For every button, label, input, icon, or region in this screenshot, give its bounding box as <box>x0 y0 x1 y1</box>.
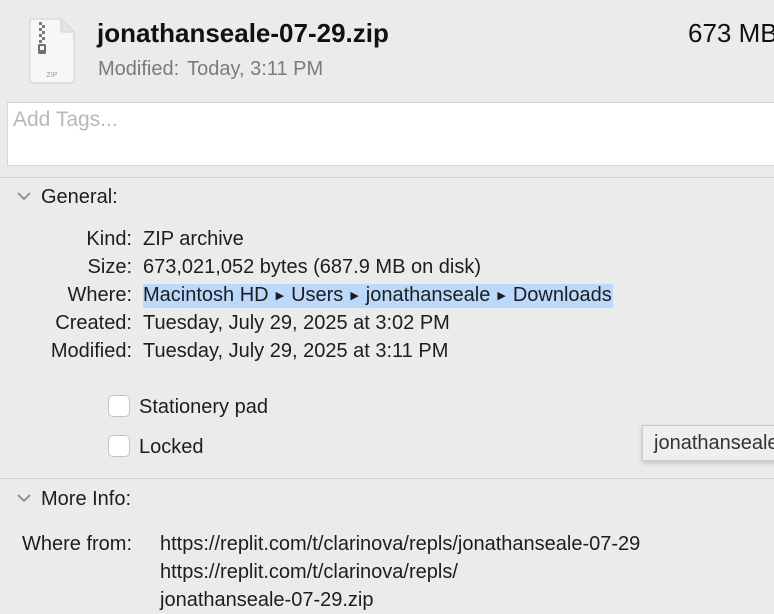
locked-checkbox[interactable] <box>108 434 130 457</box>
where-path[interactable]: Macintosh HD ▶ Users ▶ jonathanseale ▶ Downloa… <box>143 284 613 308</box>
stationery-pad-option[interactable]: Stationery pad <box>108 394 268 419</box>
file-header: ZIP jonathanseale-07-29.zip 673 MB Modif… <box>0 0 774 96</box>
info-row-created: Created: Tuesday, July 29, 2025 at 3:02 … <box>0 312 774 340</box>
stationery-pad-checkbox[interactable] <box>108 394 130 417</box>
path-segment[interactable]: jonathanseale <box>366 284 491 306</box>
path-segment[interactable]: Users <box>291 284 343 306</box>
path-segment[interactable]: Macintosh HD <box>143 284 269 306</box>
divider <box>0 478 774 479</box>
header-modified: Modified: Today, 3:11 PM <box>98 58 323 81</box>
where-from-label: Where from: <box>22 533 133 555</box>
zip-badge-text: ZIP <box>47 72 58 79</box>
where-from-values: https://replit.com/t/clarinova/repls/jon… <box>160 530 760 614</box>
info-row-modified: Modified: Tuesday, July 29, 2025 at 3:11… <box>0 340 774 368</box>
info-row-where: Where: Macintosh HD ▶ Users ▶ jonathanseale ▶… <box>0 284 774 312</box>
header-modified-value: Today, 3:11 PM <box>187 58 324 80</box>
where-label: Where: <box>67 284 132 306</box>
divider <box>0 177 774 178</box>
where-from-line: https://replit.com/t/clarinova/repls/ <box>160 561 458 583</box>
more-info-section-toggle[interactable]: More Info: <box>16 488 131 511</box>
zip-file-icon: ZIP <box>29 18 75 84</box>
where-from-line: jonathanseale-07-29.zip <box>160 589 374 611</box>
path-arrow-icon: ▶ <box>275 290 285 302</box>
size-label: Size: <box>87 256 132 278</box>
info-row-kind: Kind: ZIP archive <box>0 228 774 256</box>
general-heading: General: <box>41 186 118 208</box>
more-info-heading: More Info: <box>41 488 132 510</box>
created-value: Tuesday, July 29, 2025 at 3:02 PM <box>143 312 450 334</box>
tags-placeholder: Add Tags... <box>13 108 118 131</box>
header-modified-label: Modified: <box>98 58 180 80</box>
tags-field[interactable]: Add Tags... <box>7 102 774 166</box>
chevron-down-icon <box>17 494 31 502</box>
modified-value: Tuesday, July 29, 2025 at 3:11 PM <box>143 340 449 362</box>
path-arrow-icon: ▶ <box>350 290 359 302</box>
kind-value: ZIP archive <box>143 228 244 250</box>
created-label: Created: <box>55 312 132 334</box>
path-arrow-icon: ▶ <box>497 290 506 302</box>
locked-label: Locked <box>139 436 204 458</box>
stationery-pad-label: Stationery pad <box>139 396 268 418</box>
file-size: 673 MB <box>688 18 774 48</box>
general-section-toggle[interactable]: General: <box>16 186 118 209</box>
locked-option[interactable]: Locked <box>108 434 204 459</box>
size-value: 673,021,052 bytes (687.9 MB on disk) <box>143 256 481 278</box>
where-from-line: https://replit.com/t/clarinova/repls/jon… <box>160 533 641 555</box>
chevron-down-icon <box>17 192 31 200</box>
info-row-size: Size: 673,021,052 bytes (687.9 MB on dis… <box>0 256 774 284</box>
file-name: jonathanseale-07-29.zip <box>97 18 389 48</box>
path-tooltip: jonathanseale <box>642 425 774 461</box>
modified-label: Modified: <box>50 340 132 362</box>
path-segment[interactable]: Downloads <box>513 284 612 306</box>
kind-label: Kind: <box>86 228 132 250</box>
